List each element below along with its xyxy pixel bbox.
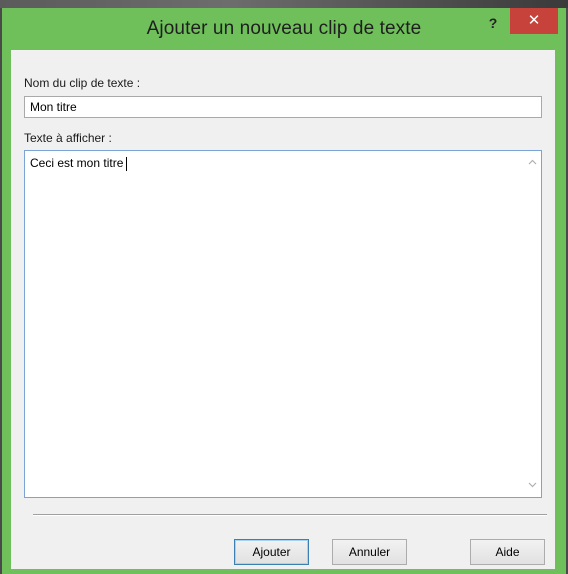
background-strip bbox=[0, 0, 568, 8]
help-title-button[interactable]: ? bbox=[478, 12, 508, 34]
chevron-down-icon[interactable] bbox=[524, 477, 541, 494]
clip-text-area[interactable]: Ceci est mon titre bbox=[24, 150, 542, 498]
cancel-button[interactable]: Annuler bbox=[332, 539, 407, 565]
dialog-window: Ajouter un nouveau clip de texte ? ✕ Nom… bbox=[2, 8, 566, 574]
vertical-scrollbar[interactable] bbox=[524, 151, 541, 497]
close-button[interactable]: ✕ bbox=[510, 8, 558, 34]
clip-text-content: Ceci est mon titre bbox=[30, 156, 128, 171]
name-label: Nom du clip de texte : bbox=[24, 76, 141, 90]
add-button[interactable]: Ajouter bbox=[234, 539, 309, 565]
chevron-up-icon[interactable] bbox=[524, 154, 541, 171]
text-label: Texte à afficher : bbox=[24, 131, 112, 145]
close-icon: ✕ bbox=[527, 12, 541, 29]
clip-text-value: Ceci est mon titre bbox=[30, 156, 124, 170]
dialog-body: Nom du clip de texte : Texte à afficher … bbox=[11, 50, 555, 569]
button-separator bbox=[33, 514, 547, 516]
clip-name-input[interactable] bbox=[24, 96, 542, 118]
help-button[interactable]: Aide bbox=[470, 539, 545, 565]
title-bar[interactable]: Ajouter un nouveau clip de texte ? ✕ bbox=[2, 8, 566, 50]
text-caret bbox=[126, 156, 128, 171]
